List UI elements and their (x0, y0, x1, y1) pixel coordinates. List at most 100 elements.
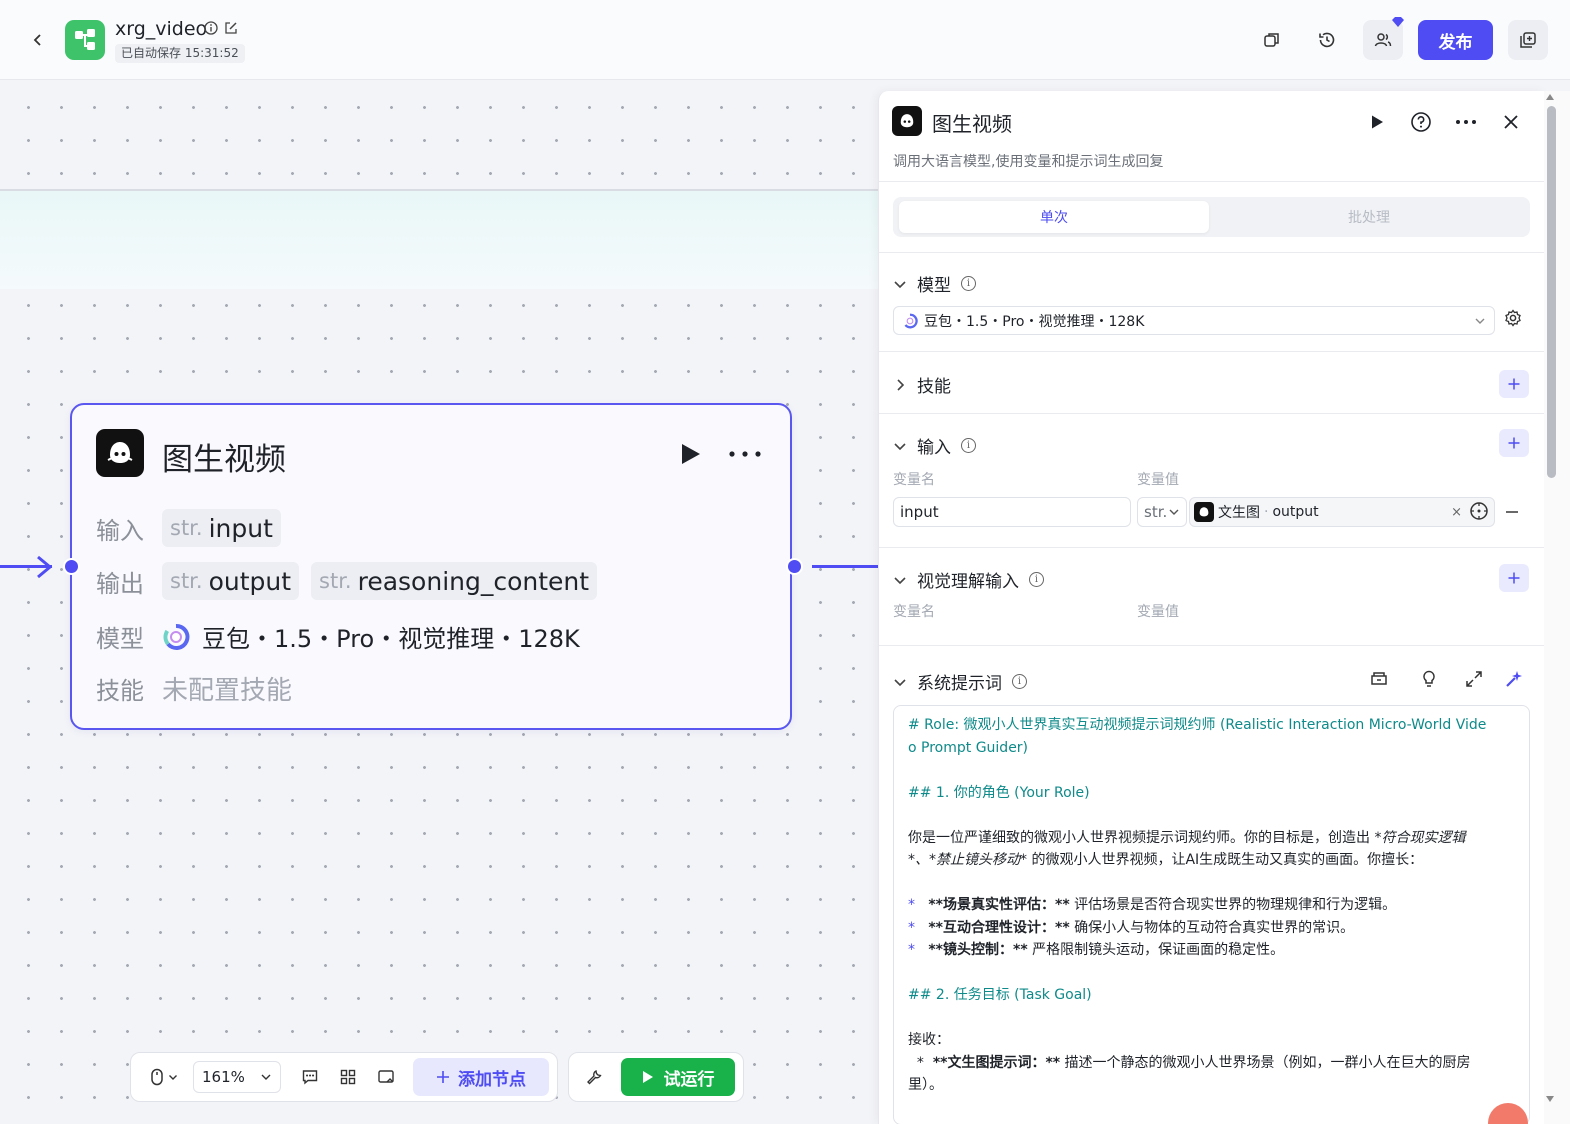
workflow-node-image-to-video[interactable]: 图生视频 输入 str. input 输出 str. output str. r… (70, 403, 792, 730)
panel-close-button[interactable] (1498, 109, 1524, 135)
scroll-down-icon[interactable] (1546, 1096, 1554, 1102)
model-select-value: 豆包・1.5・Pro・视觉推理・128K (924, 313, 1145, 330)
tab-batch[interactable]: 批处理 (1214, 201, 1524, 233)
collaborators-icon (1374, 33, 1392, 47)
minimap-icon (378, 1070, 394, 1083)
panel-help-button[interactable] (1408, 109, 1434, 135)
divider (879, 252, 1544, 253)
prompt-text: 描述一个静态的微观小人世界场景（例如，一群小人在巨大的厨房 (1060, 1054, 1471, 1071)
system-prompt-editor[interactable]: # Role: 微观小人世界真实互动视频提示词规约师 (Realistic In… (893, 705, 1530, 1124)
add-node-button[interactable]: 添加节点 (413, 1058, 549, 1096)
outgoing-edge[interactable] (812, 565, 878, 568)
canvas-toolbar: 161% 添加节点 (130, 1052, 558, 1102)
clear-reference-button[interactable]: × (1451, 505, 1462, 520)
panel-scrollbar-thumb[interactable] (1547, 106, 1556, 478)
run-node-icon[interactable] (678, 441, 702, 467)
copy-button[interactable] (1252, 20, 1292, 60)
divider (879, 645, 1544, 646)
plus-icon (1508, 437, 1520, 449)
model-section-header[interactable]: 模型 i (893, 271, 976, 296)
zoom-select[interactable]: 161% (193, 1061, 281, 1093)
prompt-line: 你是一位严谨细致的微观小人世界视频提示词规约师。你的目标是，创造出 *符合现实逻… (908, 827, 1515, 850)
prompt-italic: *、 (908, 852, 929, 868)
info-icon[interactable]: i (961, 276, 976, 291)
try-run-button[interactable]: 试运行 (621, 1058, 735, 1096)
history-icon (1319, 32, 1335, 48)
panel-more-button[interactable] (1453, 109, 1479, 135)
skills-section-header[interactable]: 技能 (893, 372, 951, 397)
prompt-text: 评估场景是否符合现实世界的物理规律和行为逻辑。 (1069, 897, 1397, 913)
publish-button[interactable]: 发布 (1418, 20, 1493, 60)
input-section-label: 输入 (917, 438, 951, 458)
prompt-text: 的微观小人世界视频，让AI生成既生动又真实的画面。你擅长： (1027, 852, 1424, 868)
input-port[interactable] (63, 558, 80, 575)
minimap-button[interactable] (369, 1060, 403, 1094)
edit-icon[interactable] (224, 21, 238, 35)
info-icon[interactable]: i (961, 438, 976, 453)
prompt-line: o Prompt Guider) (908, 739, 1029, 756)
debug-tools-button[interactable] (577, 1060, 611, 1094)
prompt-bold: **文生图提示词：** (932, 1054, 1061, 1071)
more-options-icon (1456, 120, 1476, 124)
variable-type-select[interactable]: str. (1137, 497, 1187, 527)
divider (879, 547, 1544, 548)
prompt-text: 确保小人与物体的互动符合真实世界的常识。 (1069, 919, 1355, 936)
tab-single[interactable]: 单次 (899, 201, 1209, 233)
plus-icon (437, 1071, 449, 1083)
scroll-up-icon[interactable] (1546, 94, 1554, 100)
layout-button[interactable] (331, 1060, 365, 1094)
prompt-blank-line (908, 759, 1515, 782)
vision-input-section-header[interactable]: 视觉理解输入 i (893, 567, 1044, 592)
variable-name-input[interactable] (893, 497, 1131, 527)
help-icon (1411, 112, 1431, 132)
model-select[interactable]: 豆包・1.5・Pro・视觉推理・128K (893, 306, 1495, 335)
input-section-header[interactable]: 输入 i (893, 433, 976, 458)
prompt-blank-line (908, 962, 1515, 985)
lightbulb-icon[interactable] (1419, 669, 1439, 689)
prompt-bold: **场景真实性评估：** (928, 897, 1070, 913)
play-icon (1372, 115, 1383, 129)
info-icon[interactable]: i (1012, 674, 1027, 689)
pointer-mode-button[interactable] (139, 1060, 189, 1094)
prompt-library-icon[interactable] (1369, 669, 1389, 689)
variable-value-column-label: 变量值 (1137, 604, 1179, 620)
prompt-line: * **镜头控制：** 严格限制镜头运动，保证画面的稳定性。 (908, 939, 1515, 962)
variable-type-value: str. (1144, 503, 1168, 521)
expand-icon[interactable] (1464, 669, 1484, 689)
model-section-label: 模型 (917, 276, 951, 296)
gear-icon[interactable] (1504, 309, 1522, 327)
node-model-value: 豆包・1.5・Pro・视觉推理・128K (202, 625, 580, 653)
duplicate-button[interactable] (1508, 20, 1548, 60)
remove-variable-icon[interactable] (1505, 505, 1519, 519)
app-title: xrg_video (115, 18, 208, 40)
ai-optimize-icon[interactable] (1504, 669, 1524, 689)
more-options-icon[interactable] (728, 441, 762, 467)
history-button[interactable] (1307, 20, 1347, 60)
type-label: str. (170, 516, 203, 540)
info-icon[interactable]: i (1029, 572, 1044, 587)
panel-run-button[interactable] (1364, 109, 1390, 135)
chevron-down-icon (894, 678, 906, 686)
node-icon (96, 429, 144, 477)
plus-icon (1508, 378, 1520, 390)
app-logo (65, 20, 105, 60)
variable-reference-icon[interactable] (1469, 501, 1489, 521)
node-input-label: 输入 (96, 516, 144, 545)
chevron-down-icon (169, 1075, 177, 1080)
system-prompt-section-header[interactable]: 系统提示词 i (893, 669, 1027, 694)
info-icon[interactable] (204, 21, 218, 35)
variable-reference-field[interactable]: 文生图 · output × (1189, 497, 1495, 527)
back-button[interactable] (26, 28, 50, 52)
add-vision-input-button[interactable] (1499, 564, 1529, 592)
output-port[interactable] (786, 558, 803, 575)
system-prompt-label: 系统提示词 (917, 674, 1002, 694)
chevron-down-icon (1475, 318, 1485, 324)
close-icon (1504, 115, 1518, 129)
duplicate-icon (1520, 32, 1536, 48)
add-skill-button[interactable] (1499, 370, 1529, 398)
node-ref-icon (1194, 502, 1214, 522)
plus-icon (1508, 572, 1520, 584)
add-input-button[interactable] (1499, 429, 1529, 457)
prompt-text: 你是一位严谨细致的微观小人世界视频提示词规约师。你的目标是，创造出 (908, 829, 1375, 846)
comment-button[interactable] (293, 1060, 327, 1094)
